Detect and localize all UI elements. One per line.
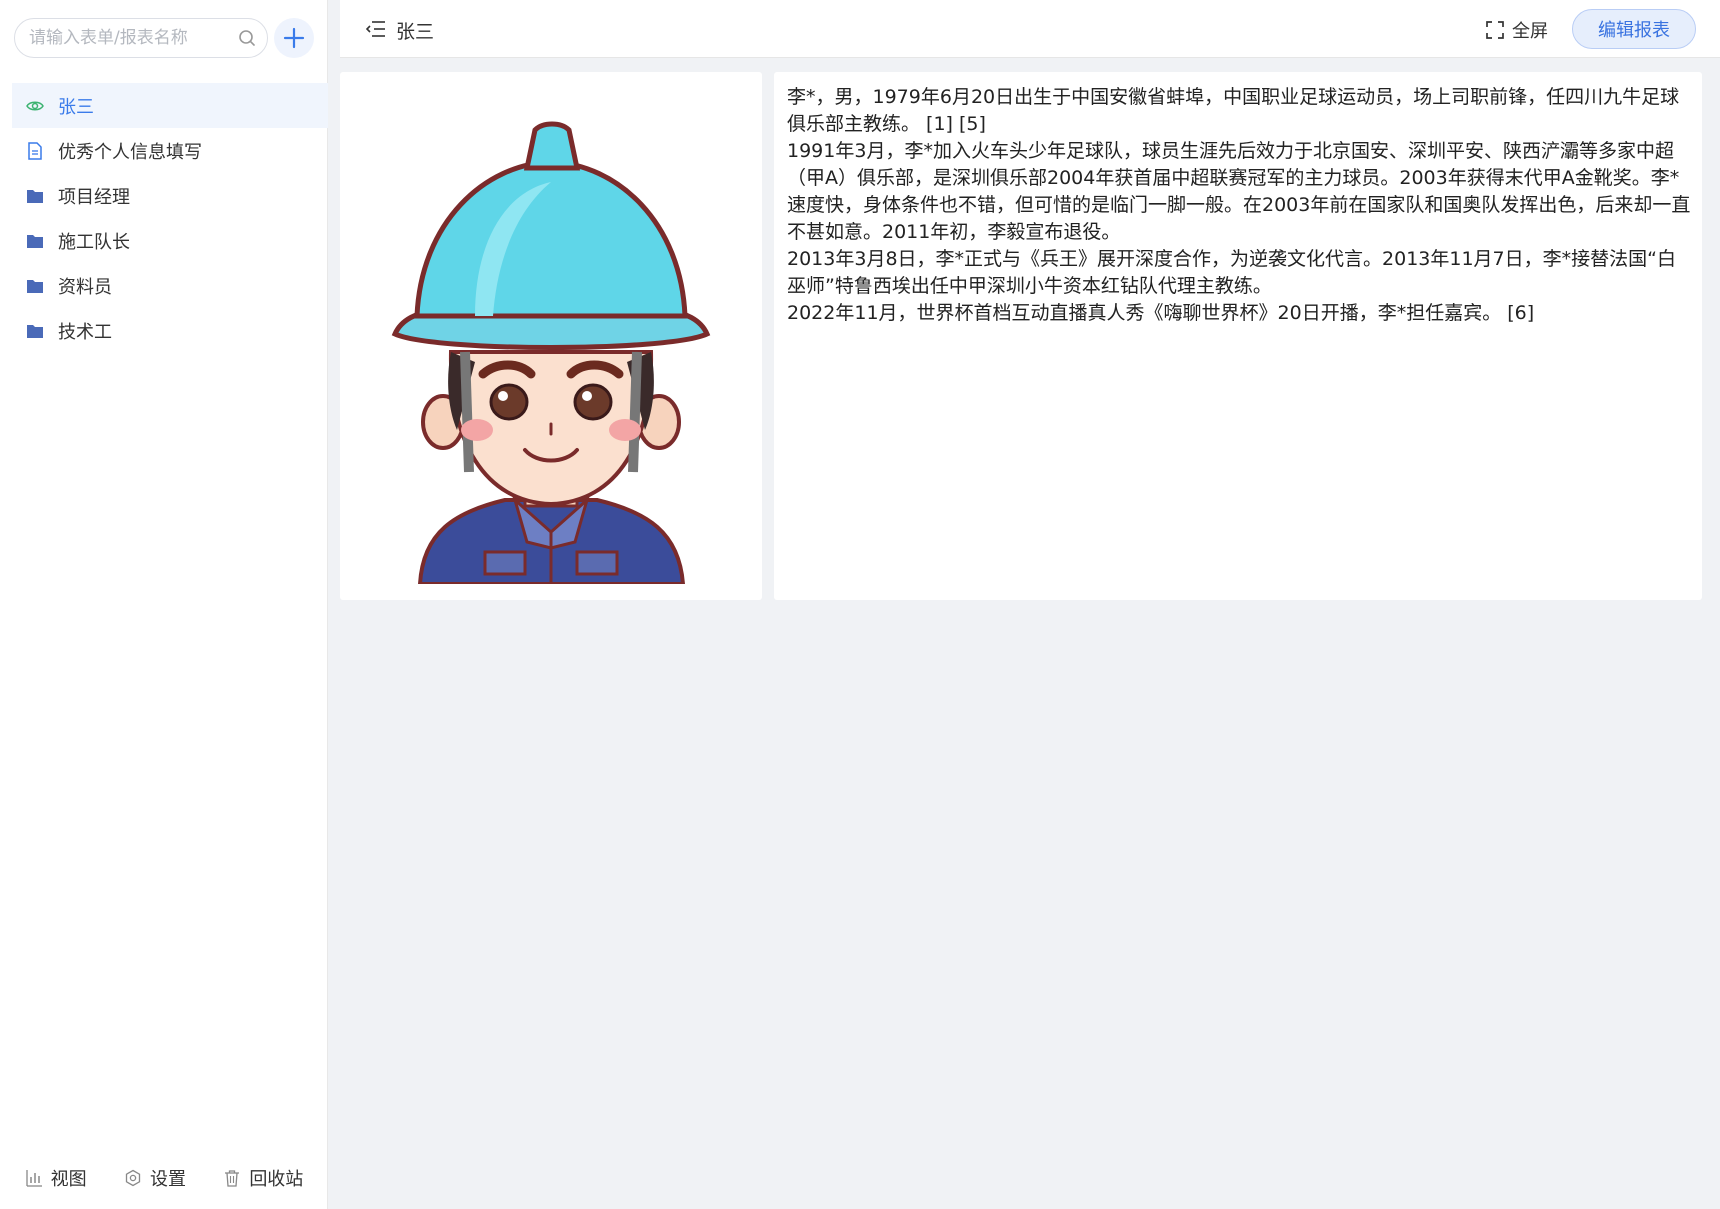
folder-icon: [26, 232, 44, 250]
edit-report-button[interactable]: 编辑报表: [1572, 9, 1696, 49]
sidebar-item-label: 资料员: [58, 276, 112, 298]
fullscreen-icon: [1486, 21, 1504, 39]
fullscreen-label: 全屏: [1512, 21, 1548, 42]
trash-label: 回收站: [249, 1169, 304, 1190]
sidebar-item-label: 张三: [58, 96, 94, 118]
folder-icon: [26, 187, 44, 205]
plus-icon: [283, 27, 305, 49]
bar-chart-icon: [26, 1170, 42, 1187]
document-icon: [26, 141, 44, 160]
profile-text-panel: 李*，男，1979年6月20日出生于中国安徽省蚌埠，中国职业足球运动员，场上司职…: [774, 72, 1702, 600]
profile-paragraph: 2022年11月，世界杯首档互动直播真人秀《嗨聊世界杯》20日开播，李*担任嘉宾…: [787, 302, 1535, 324]
gear-icon: [125, 1169, 141, 1187]
header: 张三 全屏 编辑报表: [340, 0, 1720, 58]
add-button[interactable]: [274, 18, 314, 58]
sidebar-item-zhangsan[interactable]: 张三: [12, 83, 328, 128]
settings-label: 设置: [149, 1169, 186, 1190]
image-panel: [340, 72, 762, 600]
profile-paragraph: 李*，男，1979年6月20日出生于中国安徽省蚌埠，中国职业足球运动员，场上司职…: [787, 86, 1680, 135]
search-row: [14, 18, 318, 58]
sidebar: 张三 优秀个人信息填写 项目经理: [0, 0, 328, 1209]
sidebar-bottom-bar: 视图 设置 回收站: [0, 1147, 328, 1209]
view-button[interactable]: 视图: [25, 1165, 87, 1191]
sidebar-item-label: 施工队长: [58, 231, 130, 253]
trash-button[interactable]: 回收站: [223, 1165, 303, 1191]
sidebar-item-project-manager[interactable]: 项目经理: [12, 173, 328, 218]
profile-paragraph: 2013年3月8日，李*正式与《兵王》展开深度合作，为逆袭文化代言。2013年1…: [787, 248, 1676, 297]
sidebar-item-label: 技术工: [58, 321, 112, 343]
sidebar-item-documenter[interactable]: 资料员: [12, 263, 328, 308]
search-input[interactable]: [29, 19, 229, 57]
folder-icon: [26, 277, 44, 295]
menu-toggle-icon[interactable]: [366, 19, 386, 39]
sidebar-item-label: 优秀个人信息填写: [58, 141, 202, 163]
folder-icon: [26, 322, 44, 340]
sidebar-item-construction-captain[interactable]: 施工队长: [12, 218, 328, 263]
search-box[interactable]: [14, 18, 268, 58]
trash-icon: [225, 1170, 240, 1187]
fullscreen-button[interactable]: 全屏: [1486, 17, 1548, 43]
page-title: 张三: [396, 21, 435, 43]
view-label: 视图: [50, 1169, 87, 1190]
sidebar-item-label: 项目经理: [58, 186, 130, 208]
search-icon[interactable]: [237, 28, 257, 48]
sidebar-item-technician[interactable]: 技术工: [12, 308, 328, 353]
eye-icon: [26, 97, 44, 115]
profile-paragraph: 1991年3月，李*加入火车头少年足球队，球员生涯先后效力于北京国安、深圳平安、…: [787, 140, 1691, 243]
settings-button[interactable]: 设置: [124, 1165, 186, 1191]
sidebar-item-excellent-info[interactable]: 优秀个人信息填写: [12, 128, 328, 173]
sidebar-menu: 张三 优秀个人信息填写 项目经理 施工队长 资料员 技术工: [12, 83, 328, 353]
worker-avatar-image: [391, 121, 711, 584]
